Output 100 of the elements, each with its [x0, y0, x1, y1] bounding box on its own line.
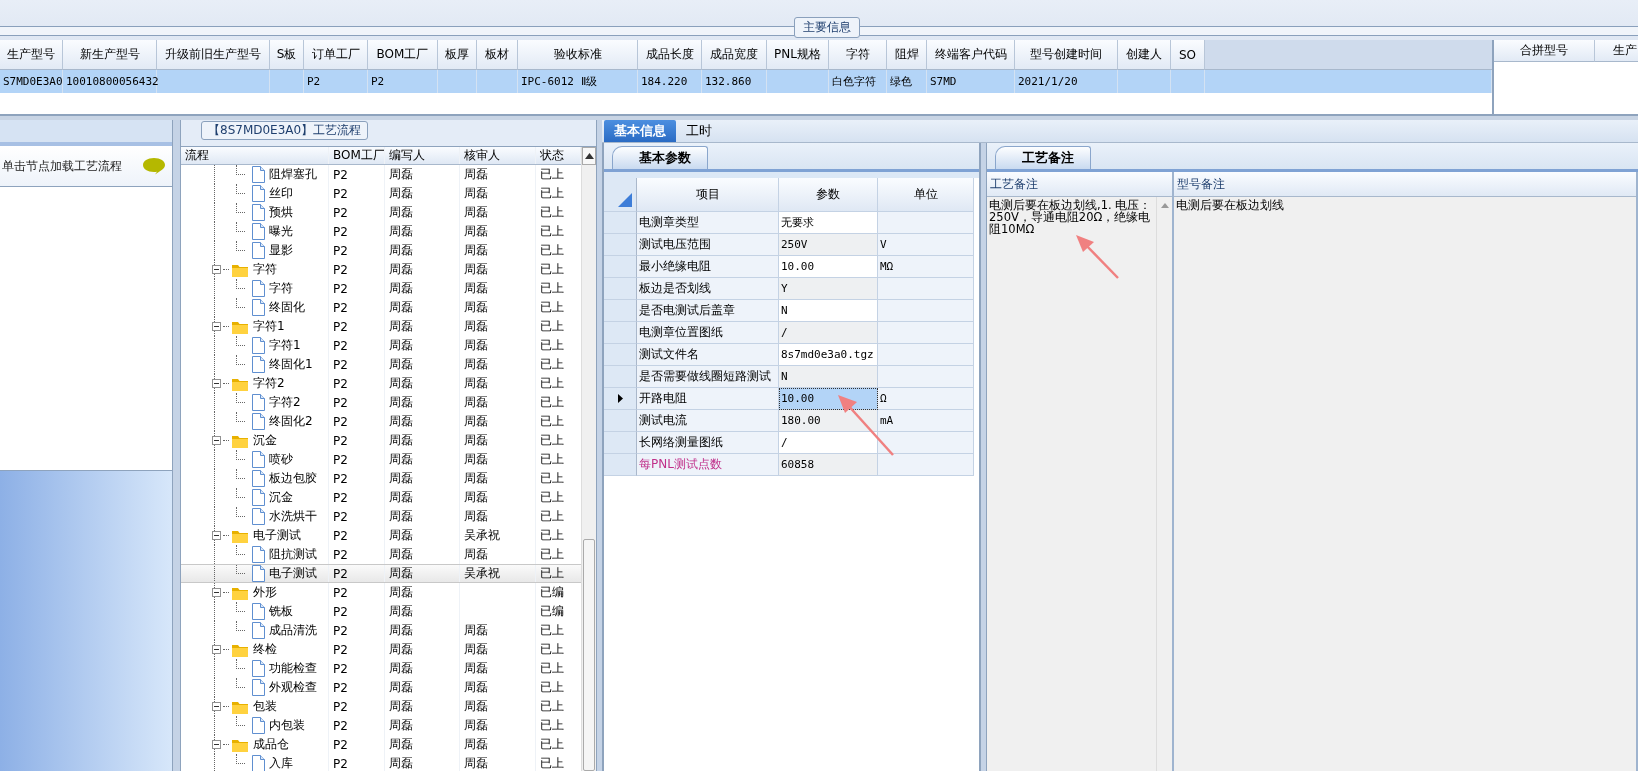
tree-row[interactable]: 丝印 P2 周磊 周磊 已上	[181, 184, 581, 203]
splitter-handle[interactable]	[596, 120, 602, 771]
column-header[interactable]: 升级前旧生产型号	[157, 40, 270, 70]
tab[interactable]: 基本信息	[604, 120, 676, 142]
table-cell: 周磊	[460, 716, 536, 735]
collapse-icon[interactable]	[212, 645, 221, 654]
collapse-icon[interactable]	[212, 588, 221, 597]
column-header[interactable]: 合拼型号	[1494, 40, 1595, 62]
tree-row[interactable]: 成品清洗 P2 周磊 周磊 已上	[181, 621, 581, 640]
column-header[interactable]: 板材	[477, 40, 518, 70]
splitter-handle[interactable]	[0, 116, 1638, 120]
table-cell: 2021/1/20	[1015, 70, 1118, 93]
column-header[interactable]: S板	[270, 40, 304, 70]
table-cell: 周磊	[460, 222, 536, 241]
table-cell[interactable]: 60858	[779, 454, 878, 476]
tree-row[interactable]: 字符 P2 周磊 周磊 已上	[181, 260, 581, 279]
scroll-thumb[interactable]	[583, 539, 595, 771]
tree-row[interactable]: 终检 P2 周磊 周磊 已上	[181, 640, 581, 659]
column-header[interactable]: 单位	[878, 178, 974, 212]
column-header[interactable]: 成品长度	[638, 40, 702, 70]
tree-row[interactable]: 电子测试 P2 周磊 吴承祝 已上	[181, 526, 581, 545]
tree-row[interactable]: 字符 P2 周磊 周磊 已上	[181, 279, 581, 298]
column-header[interactable]: 验收标准	[518, 40, 638, 70]
table-cell[interactable]: Y	[779, 278, 878, 300]
column-header[interactable]: 核审人	[460, 147, 536, 164]
table-cell[interactable]: 无要求	[779, 212, 878, 234]
column-header[interactable]: 阻焊	[887, 40, 927, 70]
tree-row[interactable]: 预烘 P2 周磊 周磊 已上	[181, 203, 581, 222]
column-header[interactable]: 板厚	[438, 40, 477, 70]
tree-row[interactable]: 沉金 P2 周磊 周磊 已上	[181, 431, 581, 450]
tree-row[interactable]: 终固化 P2 周磊 周磊 已上	[181, 298, 581, 317]
table-cell[interactable]: 8s7md0e3a0.tgz	[779, 344, 878, 366]
table-cell[interactable]: /	[779, 432, 878, 454]
table-cell[interactable]: 10.00	[779, 256, 878, 278]
collapse-icon[interactable]	[212, 531, 221, 540]
collapse-icon[interactable]	[212, 322, 221, 331]
column-header[interactable]: 生产	[1595, 40, 1638, 62]
scrollbar[interactable]	[1156, 197, 1172, 771]
tree-row[interactable]: 显影 P2 周磊 周磊 已上	[181, 241, 581, 260]
table-cell[interactable]: /	[779, 322, 878, 344]
tab[interactable]: 工艺备注	[995, 146, 1091, 169]
column-header[interactable]: 流程	[181, 147, 329, 164]
column-header[interactable]: BOM工厂	[329, 147, 385, 164]
tab[interactable]: 基本参数	[612, 146, 708, 169]
splitter-handle[interactable]	[979, 143, 987, 771]
column-header[interactable]: 项目	[637, 178, 779, 212]
tree-row[interactable]: 曝光 P2 周磊 周磊 已上	[181, 222, 581, 241]
tree-row[interactable]: 外形 P2 周磊 已编	[181, 583, 581, 602]
tree-row[interactable]: 包装 P2 周磊 周磊 已上	[181, 697, 581, 716]
tree-row[interactable]: 内包装 P2 周磊 周磊 已上	[181, 716, 581, 735]
tree-row[interactable]: 终固化2 P2 周磊 周磊 已上	[181, 412, 581, 431]
document-icon	[251, 337, 265, 354]
tree-row[interactable]: 字符1 P2 周磊 周磊 已上	[181, 336, 581, 355]
table-cell[interactable]: 250V	[779, 234, 878, 256]
tree-row[interactable]: 功能检查 P2 周磊 周磊 已上	[181, 659, 581, 678]
table-cell[interactable]: N	[779, 300, 878, 322]
splitter-handle[interactable]	[173, 120, 181, 771]
row-header[interactable]	[604, 388, 637, 410]
tree-row[interactable]: 终固化1 P2 周磊 周磊 已上	[181, 355, 581, 374]
tree-row[interactable]: 水洗烘干 P2 周磊 周磊 已上	[181, 507, 581, 526]
tree-row[interactable]: 铣板 P2 周磊 已编	[181, 602, 581, 621]
column-header[interactable]: 订单工厂	[304, 40, 368, 70]
column-header[interactable]: SO	[1171, 40, 1205, 70]
column-header[interactable]: BOM工厂	[368, 40, 438, 70]
column-header[interactable]: 生产型号	[0, 40, 63, 70]
collapse-icon[interactable]	[212, 740, 221, 749]
table-cell[interactable]: 180.00	[779, 410, 878, 432]
collapse-icon[interactable]	[212, 436, 221, 445]
table-cell[interactable]: 10.00	[779, 388, 878, 410]
tree-row[interactable]: 字符2 P2 周磊 周磊 已上	[181, 393, 581, 412]
column-header[interactable]: 编写人	[385, 147, 460, 164]
scroll-up-icon[interactable]	[584, 153, 594, 159]
tree-row[interactable]: 入库 P2 周磊 周磊 已上	[181, 754, 581, 771]
column-header[interactable]: 参数	[779, 178, 878, 212]
table-cell: 周磊	[385, 716, 460, 735]
tree-row[interactable]: 字符1 P2 周磊 周磊 已上	[181, 317, 581, 336]
tree-row[interactable]: 成品仓 P2 周磊 周磊 已上	[181, 735, 581, 754]
tree-row[interactable]: 字符2 P2 周磊 周磊 已上	[181, 374, 581, 393]
step-name: 外形	[253, 584, 277, 601]
table-row[interactable]: S7MD0E3A0 10010800056432 P2 P2 IPC-6012 Ⅱ级 184.220 132.860 白色字符 绿色 S7MD 2021/1/20	[0, 70, 1492, 93]
tab[interactable]: 工时	[676, 120, 722, 142]
tree-row[interactable]: 沉金 P2 周磊 周磊 已上	[181, 488, 581, 507]
tree-row[interactable]: 板边包胶 P2 周磊 周磊 已上	[181, 469, 581, 488]
table-cell: 电测章类型	[637, 212, 779, 234]
tree-row[interactable]: 阻焊塞孔 P2 周磊 周磊 已上	[181, 165, 581, 184]
collapse-icon[interactable]	[212, 379, 221, 388]
tree-row[interactable]: 喷砂 P2 周磊 周磊 已上	[181, 450, 581, 469]
column-header[interactable]: 字符	[829, 40, 887, 70]
collapse-icon[interactable]	[212, 265, 221, 274]
column-header[interactable]: 成品宽度	[702, 40, 767, 70]
collapse-icon[interactable]	[212, 702, 221, 711]
column-header[interactable]: 型号创建时间	[1015, 40, 1118, 70]
column-header[interactable]: 终端客户代码	[927, 40, 1015, 70]
scrollbar[interactable]	[581, 147, 596, 771]
tree-row[interactable]: 电子测试 P2 周磊 吴承祝 已上	[181, 564, 581, 583]
column-header[interactable]: 新生产型号	[63, 40, 157, 70]
column-header[interactable]: 创建人	[1118, 40, 1171, 70]
tree-row[interactable]: 外观检查 P2 周磊 周磊 已上	[181, 678, 581, 697]
table-cell[interactable]: N	[779, 366, 878, 388]
column-header[interactable]: PNL规格	[767, 40, 829, 70]
